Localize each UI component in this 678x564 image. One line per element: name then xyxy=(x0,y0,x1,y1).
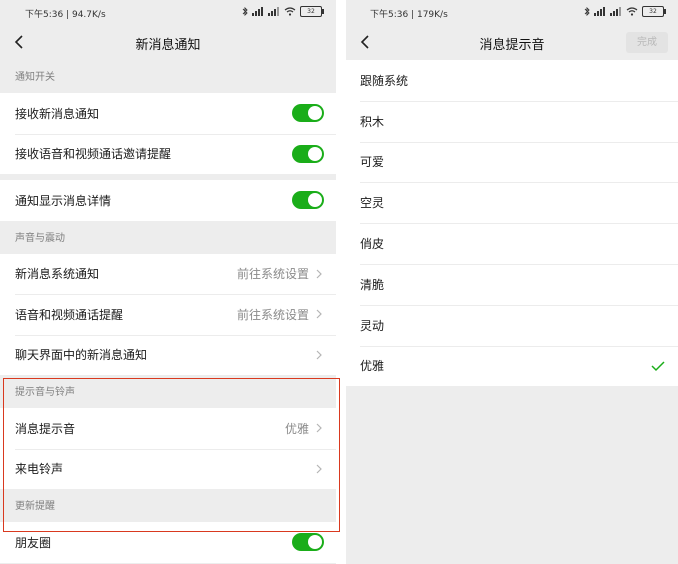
checkmark-icon xyxy=(651,361,665,372)
tone-option-playful[interactable]: 俏皮 xyxy=(346,223,678,264)
row-call-invite-reminder[interactable]: 接收语音和视频通话邀请提醒 xyxy=(0,133,336,175)
done-button[interactable]: 完成 xyxy=(626,32,668,53)
toggle-switch-on[interactable] xyxy=(292,144,324,163)
row-value: 前往系统设置 xyxy=(236,267,309,282)
row-message-tone[interactable]: 消息提示音 优雅 xyxy=(0,408,336,449)
toggle-switch-on[interactable] xyxy=(292,104,324,123)
settings-group: 通知显示消息详情 xyxy=(0,180,336,221)
notification-settings-screen: 下午5:36 | 94.7K/s 32 新消息通知 通知开关 接收新消息通知 接… xyxy=(0,0,336,564)
row-label: 朋友圈 xyxy=(15,535,52,550)
row-label: 语音和视频通话提醒 xyxy=(15,307,124,322)
nav-bar: 消息提示音 完成 xyxy=(346,24,678,60)
toggle-knob xyxy=(308,535,322,550)
signal-icon xyxy=(594,7,605,16)
page-title: 新消息通知 xyxy=(135,38,201,53)
toggle-switch-on[interactable] xyxy=(292,533,324,552)
row-label: 聊天界面中的新消息通知 xyxy=(15,348,148,363)
chevron-right-icon xyxy=(316,464,322,474)
toggle-knob xyxy=(308,146,322,161)
status-bar: 下午5:36 | 179K/s 32 xyxy=(346,0,678,24)
row-label: 通知显示消息详情 xyxy=(15,193,112,208)
toggle-knob xyxy=(308,193,322,208)
row-label: 新消息系统通知 xyxy=(15,267,100,282)
settings-group: 消息提示音 优雅 来电铃声 xyxy=(0,408,336,489)
chevron-right-icon xyxy=(316,309,322,319)
row-ringtone[interactable]: 来电铃声 xyxy=(0,448,336,490)
option-label: 优雅 xyxy=(360,359,385,374)
option-label: 清脆 xyxy=(360,277,385,292)
row-show-message-details[interactable]: 通知显示消息详情 xyxy=(0,180,336,221)
settings-group: 朋友圈 xyxy=(0,522,336,563)
row-value: 优雅 xyxy=(284,421,309,436)
status-icons: 32 xyxy=(242,6,324,17)
row-receive-new-message[interactable]: 接收新消息通知 xyxy=(0,93,336,134)
tone-option-crisp[interactable]: 清脆 xyxy=(346,263,678,305)
status-bar: 下午5:36 | 94.7K/s 32 xyxy=(0,0,336,24)
signal-icon-2 xyxy=(610,7,621,16)
chevron-right-icon xyxy=(316,269,322,279)
tone-option-follow-system[interactable]: 跟随系统 xyxy=(346,60,678,101)
toggle-switch-on[interactable] xyxy=(292,191,324,210)
settings-group: 接收新消息通知 接收语音和视频通话邀请提醒 xyxy=(0,93,336,174)
chevron-right-icon xyxy=(316,423,322,433)
tone-option-elegant[interactable]: 优雅 xyxy=(346,345,678,387)
status-icons: 32 xyxy=(584,6,666,17)
option-label: 积木 xyxy=(360,114,385,129)
toggle-knob xyxy=(308,106,322,121)
tone-option-lively[interactable]: 灵动 xyxy=(346,304,678,346)
row-moments[interactable]: 朋友圈 xyxy=(0,522,336,563)
option-label: 可爱 xyxy=(360,155,385,170)
row-label: 接收语音和视频通话邀请提醒 xyxy=(15,147,172,162)
option-label: 俏皮 xyxy=(360,237,385,252)
row-chat-new-message-notification[interactable]: 聊天界面中的新消息通知 xyxy=(0,334,336,376)
signal-icon xyxy=(252,7,263,16)
option-label: 跟随系统 xyxy=(360,73,409,88)
chevron-right-icon xyxy=(316,350,322,360)
settings-group: 新消息系统通知 前往系统设置 语音和视频通话提醒 前往系统设置 聊天界面中的新消… xyxy=(0,253,336,376)
tone-option-ethereal[interactable]: 空灵 xyxy=(346,182,678,223)
option-label: 空灵 xyxy=(360,196,385,211)
wifi-icon xyxy=(626,7,638,16)
row-call-reminder[interactable]: 语音和视频通话提醒 前往系统设置 xyxy=(0,294,336,335)
row-label: 消息提示音 xyxy=(15,421,76,436)
option-label: 灵动 xyxy=(360,318,385,333)
row-label: 来电铃声 xyxy=(15,462,64,477)
section-header-sound-vibration: 声音与震动 xyxy=(15,232,65,244)
section-header-update-reminders: 更新提醒 xyxy=(15,501,55,512)
nav-bar: 新消息通知 xyxy=(0,24,336,60)
row-system-notification[interactable]: 新消息系统通知 前往系统设置 xyxy=(0,254,336,295)
section-header-notification-switch: 通知开关 xyxy=(15,72,55,83)
battery-icon: 32 xyxy=(642,6,666,17)
message-tone-screen: 下午5:36 | 179K/s 32 消息提示音 完成 跟随系统 积木 可爱 空… xyxy=(346,0,678,564)
wifi-icon xyxy=(284,7,296,16)
section-header-tones-ringtones: 提示音与铃声 xyxy=(15,387,75,398)
bluetooth-icon xyxy=(584,7,590,16)
row-value: 前往系统设置 xyxy=(236,307,309,322)
signal-icon-2 xyxy=(268,7,279,16)
battery-icon: 32 xyxy=(300,6,324,17)
tone-options-list: 跟随系统 积木 可爱 空灵 俏皮 清脆 灵动 优雅 xyxy=(346,60,678,387)
bluetooth-icon xyxy=(242,7,248,16)
row-label: 接收新消息通知 xyxy=(15,106,100,121)
tone-option-cute[interactable]: 可爱 xyxy=(346,141,678,183)
tone-option-blocks[interactable]: 积木 xyxy=(346,100,678,142)
